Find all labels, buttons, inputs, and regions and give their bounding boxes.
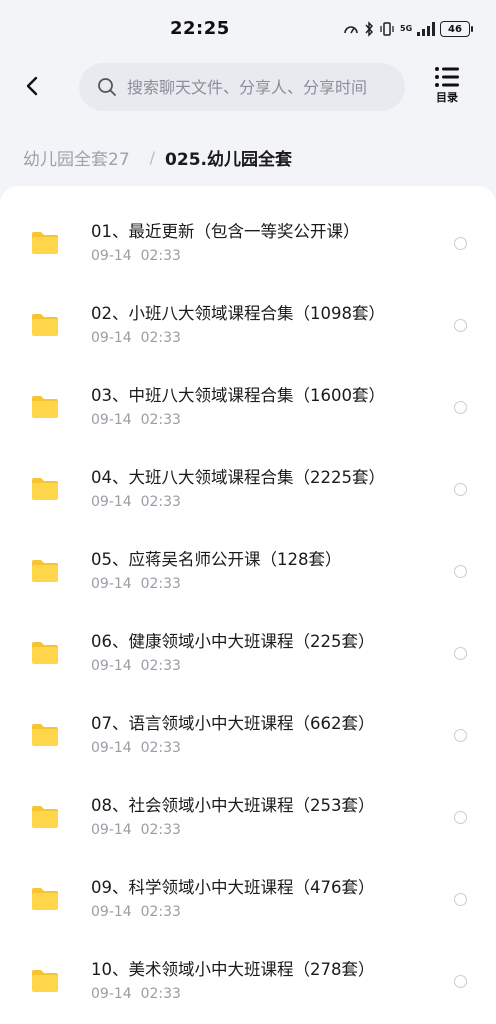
folder-icon (32, 642, 58, 664)
file-date: 09-14 02:33 (91, 330, 181, 346)
folder-icon (32, 478, 58, 500)
file-row-7[interactable]: 07、语言领域小中大班课程（662套） 09-14 02:33 (0, 694, 496, 776)
search-icon (98, 78, 116, 96)
list-icon (435, 67, 459, 87)
file-time-value: 02:33 (140, 494, 181, 510)
status-time: 22:25 (170, 18, 230, 39)
file-row-5[interactable]: 05、应蒋吴名师公开课（128套） 09-14 02:33 (0, 530, 496, 612)
select-radio[interactable] (454, 565, 467, 578)
file-name: 07、语言领域小中大班课程（662套） (91, 714, 375, 733)
select-radio[interactable] (454, 401, 467, 414)
catalog-label: 目录 (436, 91, 458, 104)
file-date: 09-14 02:33 (91, 740, 181, 756)
battery-icon: 46 (440, 21, 473, 37)
file-time-value: 02:33 (140, 412, 181, 428)
file-date-value: 09-14 (91, 494, 132, 510)
file-date: 09-14 02:33 (91, 658, 181, 674)
file-time-value: 02:33 (140, 904, 181, 920)
folder-icon (32, 560, 58, 582)
select-radio[interactable] (454, 237, 467, 250)
breadcrumb-separator: / (149, 147, 156, 167)
file-name: 05、应蒋吴名师公开课（128套） (91, 550, 342, 569)
file-date: 09-14 02:33 (91, 822, 181, 838)
select-radio[interactable] (454, 319, 467, 332)
file-date: 09-14 02:33 (91, 494, 181, 510)
file-date-value: 09-14 (91, 248, 132, 264)
select-radio[interactable] (454, 893, 467, 906)
file-row-2[interactable]: 02、小班八大领域课程合集（1098套） 09-14 02:33 (0, 284, 496, 366)
file-date-value: 09-14 (91, 904, 132, 920)
folder-icon (32, 724, 58, 746)
file-row-4[interactable]: 04、大班八大领域课程合集（2225套） 09-14 02:33 (0, 448, 496, 530)
chevron-left-icon (26, 76, 38, 96)
file-date-value: 09-14 (91, 658, 132, 674)
file-date-value: 09-14 (91, 576, 132, 592)
status-bar: 22:25 5G 46 (0, 0, 496, 58)
top-bar: 目录 (0, 60, 496, 116)
breadcrumb-parent[interactable]: 幼儿园全套27 (23, 145, 130, 170)
file-row-6[interactable]: 06、健康领域小中大班课程（225套） 09-14 02:33 (0, 612, 496, 694)
file-time-value: 02:33 (140, 822, 181, 838)
file-time-value: 02:33 (140, 658, 181, 674)
folder-icon (32, 970, 58, 992)
signal-icon (417, 22, 435, 36)
select-radio[interactable] (454, 811, 467, 824)
vibrate-icon (380, 22, 394, 36)
search-input[interactable] (127, 77, 397, 97)
breadcrumb-current: 025.幼儿园全套 (165, 149, 292, 170)
folder-icon (32, 888, 58, 910)
file-date: 09-14 02:33 (91, 576, 181, 592)
search-box[interactable] (79, 63, 405, 111)
folder-icon (32, 806, 58, 828)
file-row-1[interactable]: 01、最近更新（包含一等奖公开课） 09-14 02:33 (0, 202, 496, 284)
select-radio[interactable] (454, 647, 467, 660)
file-date-value: 09-14 (91, 740, 132, 756)
status-icons: 5G 46 (343, 20, 473, 38)
file-name: 10、美术领域小中大班课程（278套） (91, 960, 375, 979)
file-date: 09-14 02:33 (91, 412, 181, 428)
file-name: 02、小班八大领域课程合集（1098套） (91, 304, 385, 323)
file-date: 09-14 02:33 (91, 986, 181, 1002)
file-time-value: 02:33 (140, 248, 181, 264)
file-date: 09-14 02:33 (91, 248, 181, 264)
breadcrumb: 幼儿园全套27 / 025.幼儿园全套 (23, 144, 292, 170)
file-date-value: 09-14 (91, 822, 132, 838)
folder-icon (32, 314, 58, 336)
file-row-8[interactable]: 08、社会领域小中大班课程（253套） 09-14 02:33 (0, 776, 496, 858)
file-name: 04、大班八大领域课程合集（2225套） (91, 468, 385, 487)
bluetooth-icon (365, 21, 374, 37)
file-name: 09、科学领域小中大班课程（476套） (91, 878, 375, 897)
file-date-value: 09-14 (91, 986, 132, 1002)
file-date-value: 09-14 (91, 330, 132, 346)
file-row-9[interactable]: 09、科学领域小中大班课程（476套） 09-14 02:33 (0, 858, 496, 940)
file-name: 03、中班八大领域课程合集（1600套） (91, 386, 385, 405)
file-date: 09-14 02:33 (91, 904, 181, 920)
select-radio[interactable] (454, 975, 467, 988)
file-row-10[interactable]: 10、美术领域小中大班课程（278套） 09-14 02:33 (0, 940, 496, 1022)
file-time-value: 02:33 (140, 330, 181, 346)
file-date-value: 09-14 (91, 412, 132, 428)
folder-icon (32, 232, 58, 254)
network-type: 5G (400, 24, 413, 33)
file-row-3[interactable]: 03、中班八大领域课程合集（1600套） 09-14 02:33 (0, 366, 496, 448)
back-button[interactable] (16, 70, 48, 102)
file-time-value: 02:33 (140, 576, 181, 592)
file-time-value: 02:33 (140, 740, 181, 756)
catalog-button[interactable]: 目录 (426, 66, 468, 110)
select-radio[interactable] (454, 483, 467, 496)
file-time-value: 02:33 (140, 986, 181, 1002)
file-name: 08、社会领域小中大班课程（253套） (91, 796, 375, 815)
speed-icon (344, 26, 358, 34)
file-list: 01、最近更新（包含一等奖公开课） 09-14 02:33 02、小班八大领域课… (0, 186, 496, 1024)
select-radio[interactable] (454, 729, 467, 742)
file-name: 06、健康领域小中大班课程（225套） (91, 632, 375, 651)
folder-icon (32, 396, 58, 418)
file-name: 01、最近更新（包含一等奖公开课） (91, 222, 360, 241)
